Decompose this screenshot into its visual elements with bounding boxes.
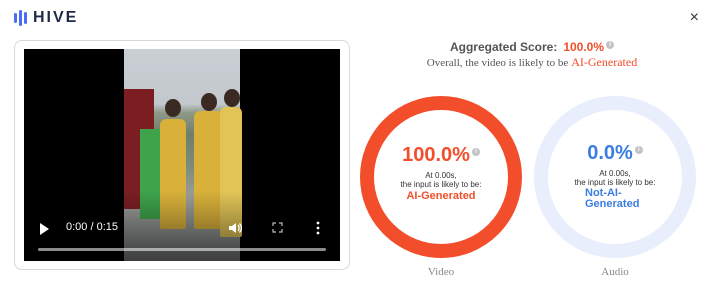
aggregated-score-label: Aggregated Score: [449, 40, 558, 54]
close-icon[interactable]: × [690, 9, 699, 27]
audio-result: Not-AI-Generated [585, 187, 640, 210]
info-icon[interactable]: i [606, 41, 615, 49]
more-options-icon[interactable] [316, 221, 320, 235]
summary-verdict: AI-Generated [571, 55, 638, 69]
video-result: AI-Generated [406, 190, 476, 202]
video-caption: Video [427, 266, 455, 278]
hive-logo-icon [14, 9, 27, 27]
volume-icon[interactable] [228, 221, 242, 235]
video-controls: 0:00 / 0:15 [24, 211, 340, 261]
video-result-line2: the input is likely to be: [400, 180, 482, 189]
summary-text: Overall, the video is likely to be [426, 57, 569, 69]
fullscreen-icon[interactable] [272, 222, 283, 233]
info-icon[interactable]: i [471, 148, 480, 157]
play-icon[interactable] [40, 223, 49, 235]
audio-score-ring: 0.0% i At 0.00s, the input is likely to b… [534, 96, 696, 258]
video-result-line1: At 0.00s, [425, 171, 457, 180]
video-player[interactable]: 0:00 / 0:15 [24, 49, 340, 261]
hive-logo: HIVE [14, 9, 78, 27]
audio-result-line1: At 0.00s, [599, 169, 631, 178]
audio-result-line2: the input is likely to be: [574, 178, 656, 187]
aggregated-score-line: Aggregated Score: 100.0% i [360, 40, 704, 54]
logo-text: HIVE [33, 9, 79, 26]
aggregated-score: Aggregated Score: 100.0% i Overall, the vi… [360, 40, 704, 70]
audio-caption: Audio [601, 266, 629, 278]
progress-bar[interactable] [38, 248, 326, 251]
aggregated-summary: Overall, the video is likely to be AI-Gen… [360, 55, 704, 70]
video-card: 0:00 / 0:15 [14, 40, 350, 270]
info-icon[interactable]: i [634, 146, 643, 155]
video-score: 100.0% [402, 144, 470, 166]
video-score-ring: 100.0% i At 0.00s, the input is likely to… [360, 96, 522, 258]
audio-score: 0.0% [587, 142, 633, 164]
time-display: 0:00 / 0:15 [66, 221, 118, 233]
aggregated-score-value: 100.0% [563, 40, 605, 54]
